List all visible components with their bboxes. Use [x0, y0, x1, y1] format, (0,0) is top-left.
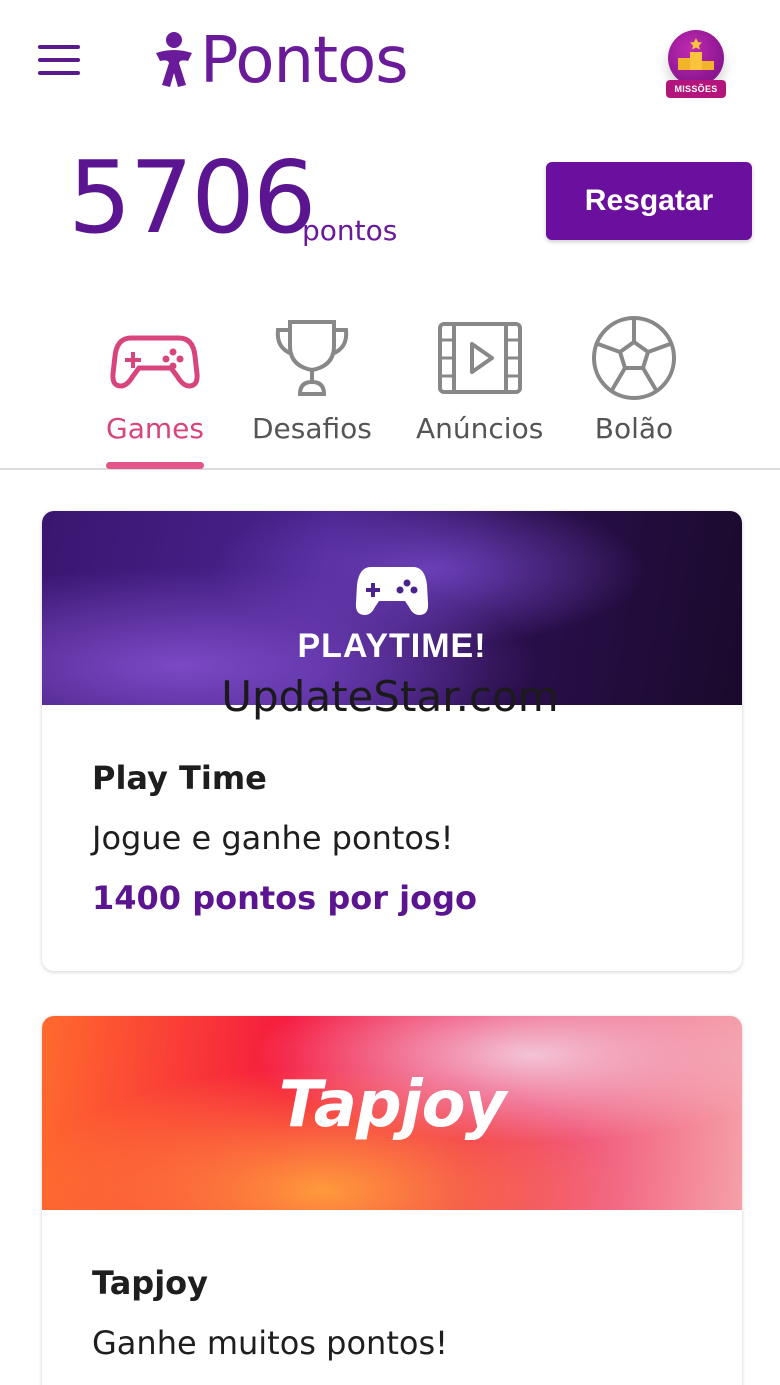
podium-icon: [668, 30, 724, 86]
tapjoy-logo: Tapjoy: [278, 1068, 507, 1142]
card-title: Play Time: [92, 759, 267, 797]
gamepad-icon: [355, 567, 429, 615]
app-header: Pontos MISSÕES: [0, 0, 780, 135]
card-title: Tapjoy: [92, 1264, 209, 1302]
offer-card-tapjoy[interactable]: Tapjoy Tapjoy Ganhe muitos pontos!: [42, 1016, 742, 1385]
tab-games[interactable]: Games: [106, 312, 204, 445]
banner-title: PLAYTIME!: [297, 627, 487, 665]
card-description: Ganhe muitos pontos!: [92, 1324, 448, 1362]
logo-text: Pontos: [200, 24, 409, 98]
tab-label: Anúncios: [416, 412, 544, 445]
tab-label: Desafios: [252, 412, 372, 445]
points-balance: 5706: [68, 139, 316, 256]
hamburger-menu-icon[interactable]: [38, 45, 84, 79]
tapjoy-banner: Tapjoy: [42, 1016, 742, 1210]
app-logo: Pontos: [152, 24, 409, 98]
category-tabs: Games Desafios Anúncios Bolão: [0, 292, 780, 470]
tab-desafios[interactable]: Desafios: [252, 312, 372, 445]
gamepad-icon: [110, 335, 200, 389]
soccer-ball-icon: [592, 316, 676, 400]
missions-label: MISSÕES: [666, 80, 726, 98]
person-logo-icon: [156, 32, 192, 87]
video-icon: [437, 322, 522, 394]
tab-anuncios[interactable]: Anúncios: [416, 312, 543, 445]
playtime-banner: PLAYTIME!: [42, 511, 742, 705]
missions-button[interactable]: MISSÕES: [664, 30, 728, 110]
card-description: Jogue e ganhe pontos!: [92, 819, 454, 857]
card-points-label: 1400 pontos por jogo: [92, 879, 477, 917]
points-unit: pontos: [302, 214, 398, 247]
active-tab-indicator: [106, 462, 204, 469]
offer-card-playtime[interactable]: PLAYTIME! Play Time Jogue e ganhe pontos…: [42, 511, 742, 971]
tab-label: Bolão: [594, 412, 674, 445]
tab-label: Games: [106, 412, 204, 445]
tab-bolao[interactable]: Bolão: [588, 312, 680, 445]
trophy-icon: [275, 320, 349, 396]
redeem-button[interactable]: Resgatar: [546, 162, 752, 240]
